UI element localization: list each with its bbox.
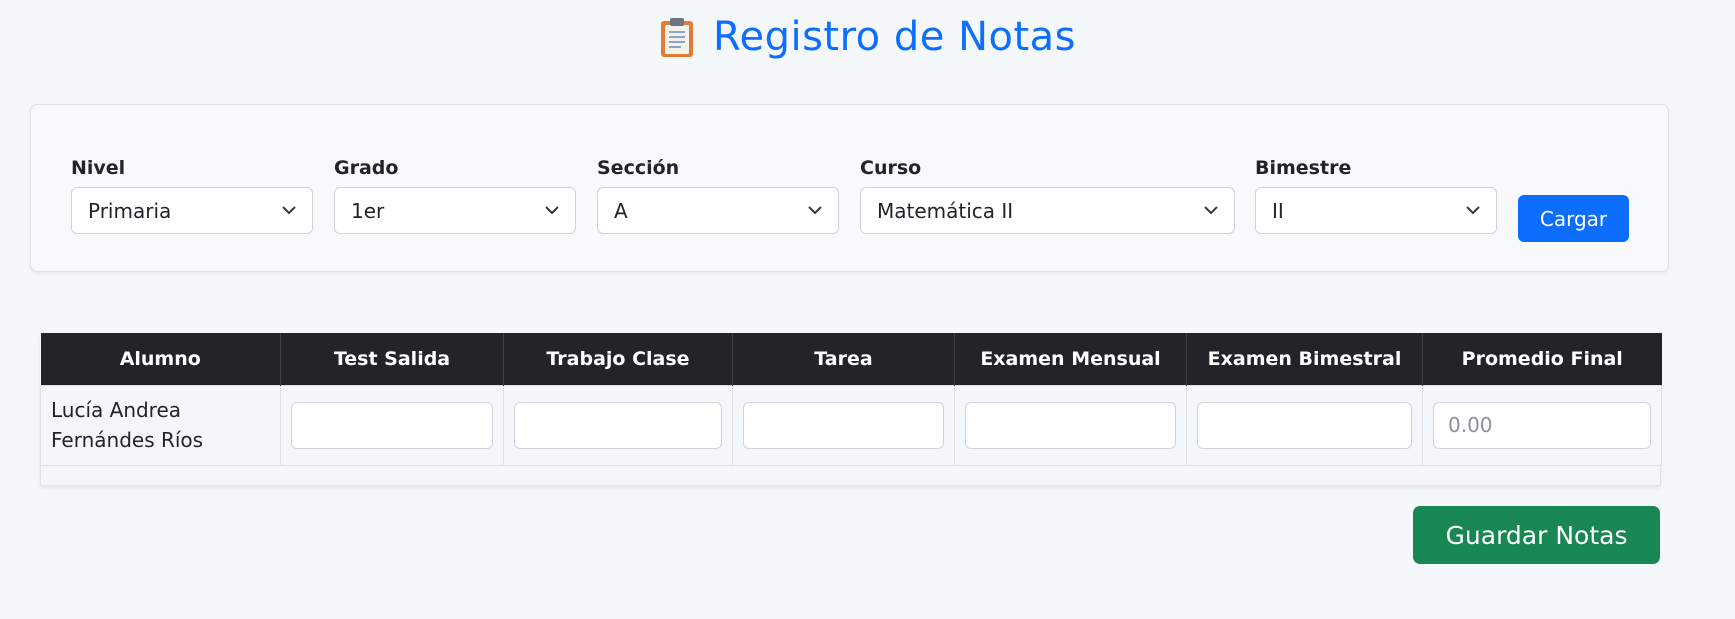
seccion-label: Sección — [597, 157, 680, 179]
seccion-field: Sección A — [597, 157, 839, 234]
grado-field: Grado 1er — [334, 157, 576, 234]
nivel-select[interactable]: Primaria — [71, 187, 313, 234]
column-header: Promedio Final — [1422, 333, 1662, 385]
nivel-value: Primaria — [88, 198, 172, 223]
column-header: Trabajo Clase — [503, 333, 733, 385]
grado-label: Grado — [334, 157, 399, 179]
tarea-input[interactable] — [743, 401, 944, 449]
clipboard-icon — [660, 18, 693, 57]
page-header: Registro de Notas — [0, 14, 1735, 60]
test-salida-cell — [280, 384, 504, 466]
chevron-down-icon — [545, 206, 559, 215]
column-header: Alumno — [40, 333, 281, 385]
chevron-down-icon — [1204, 206, 1218, 215]
examen-bimestral-input[interactable] — [1197, 401, 1412, 449]
student-name-line1: Lucía Andrea — [51, 398, 182, 422]
chevron-down-icon — [282, 206, 296, 215]
page-title: Registro de Notas — [712, 14, 1077, 60]
tarea-cell — [732, 384, 955, 466]
table-footer — [40, 465, 1661, 486]
chevron-down-icon — [808, 206, 822, 215]
nivel-label: Nivel — [71, 157, 126, 179]
trabajo-clase-cell — [503, 384, 733, 466]
cargar-button[interactable]: Cargar — [1518, 195, 1629, 242]
promedio-final-cell — [1422, 384, 1662, 466]
student-name-line2: Fernándes Ríos — [51, 428, 204, 452]
student-name: Lucía Andrea Fernándes Ríos — [51, 395, 270, 455]
seccion-value: A — [614, 198, 628, 223]
test-salida-input[interactable] — [291, 401, 493, 449]
nivel-field: Nivel Primaria — [71, 157, 313, 234]
chevron-down-icon — [1466, 206, 1480, 215]
promedio-final-input[interactable] — [1433, 401, 1651, 449]
grado-value: 1er — [351, 198, 385, 223]
bimestre-select[interactable]: II — [1255, 187, 1497, 234]
bimestre-value: II — [1272, 198, 1284, 223]
examen-mensual-cell — [954, 384, 1187, 466]
curso-value: Matemática II — [877, 198, 1014, 223]
trabajo-clase-input[interactable] — [514, 401, 722, 449]
student-cell: Lucía Andrea Fernándes Ríos — [40, 384, 281, 466]
bimestre-field: Bimestre II — [1255, 157, 1497, 234]
column-header: Examen Mensual — [954, 333, 1187, 385]
curso-field: Curso Matemática II — [860, 157, 1235, 234]
curso-select[interactable]: Matemática II — [860, 187, 1235, 234]
table-row: Lucía Andrea Fernándes Ríos — [40, 384, 1662, 466]
guardar-notas-button[interactable]: Guardar Notas — [1413, 506, 1660, 564]
curso-label: Curso — [860, 157, 922, 179]
examen-bimestral-cell — [1186, 384, 1423, 466]
column-header: Examen Bimestral — [1186, 333, 1423, 385]
filter-panel: Nivel Primaria Grado 1er Sección A Curso… — [30, 104, 1669, 272]
grades-table: Alumno Test Salida Trabajo Clase Tarea E… — [40, 333, 1662, 486]
bimestre-label: Bimestre — [1255, 157, 1352, 179]
examen-mensual-input[interactable] — [965, 401, 1176, 449]
grado-select[interactable]: 1er — [334, 187, 576, 234]
seccion-select[interactable]: A — [597, 187, 839, 234]
column-header: Test Salida — [280, 333, 504, 385]
column-header: Tarea — [732, 333, 955, 385]
table-header-row: Alumno Test Salida Trabajo Clase Tarea E… — [40, 333, 1662, 385]
